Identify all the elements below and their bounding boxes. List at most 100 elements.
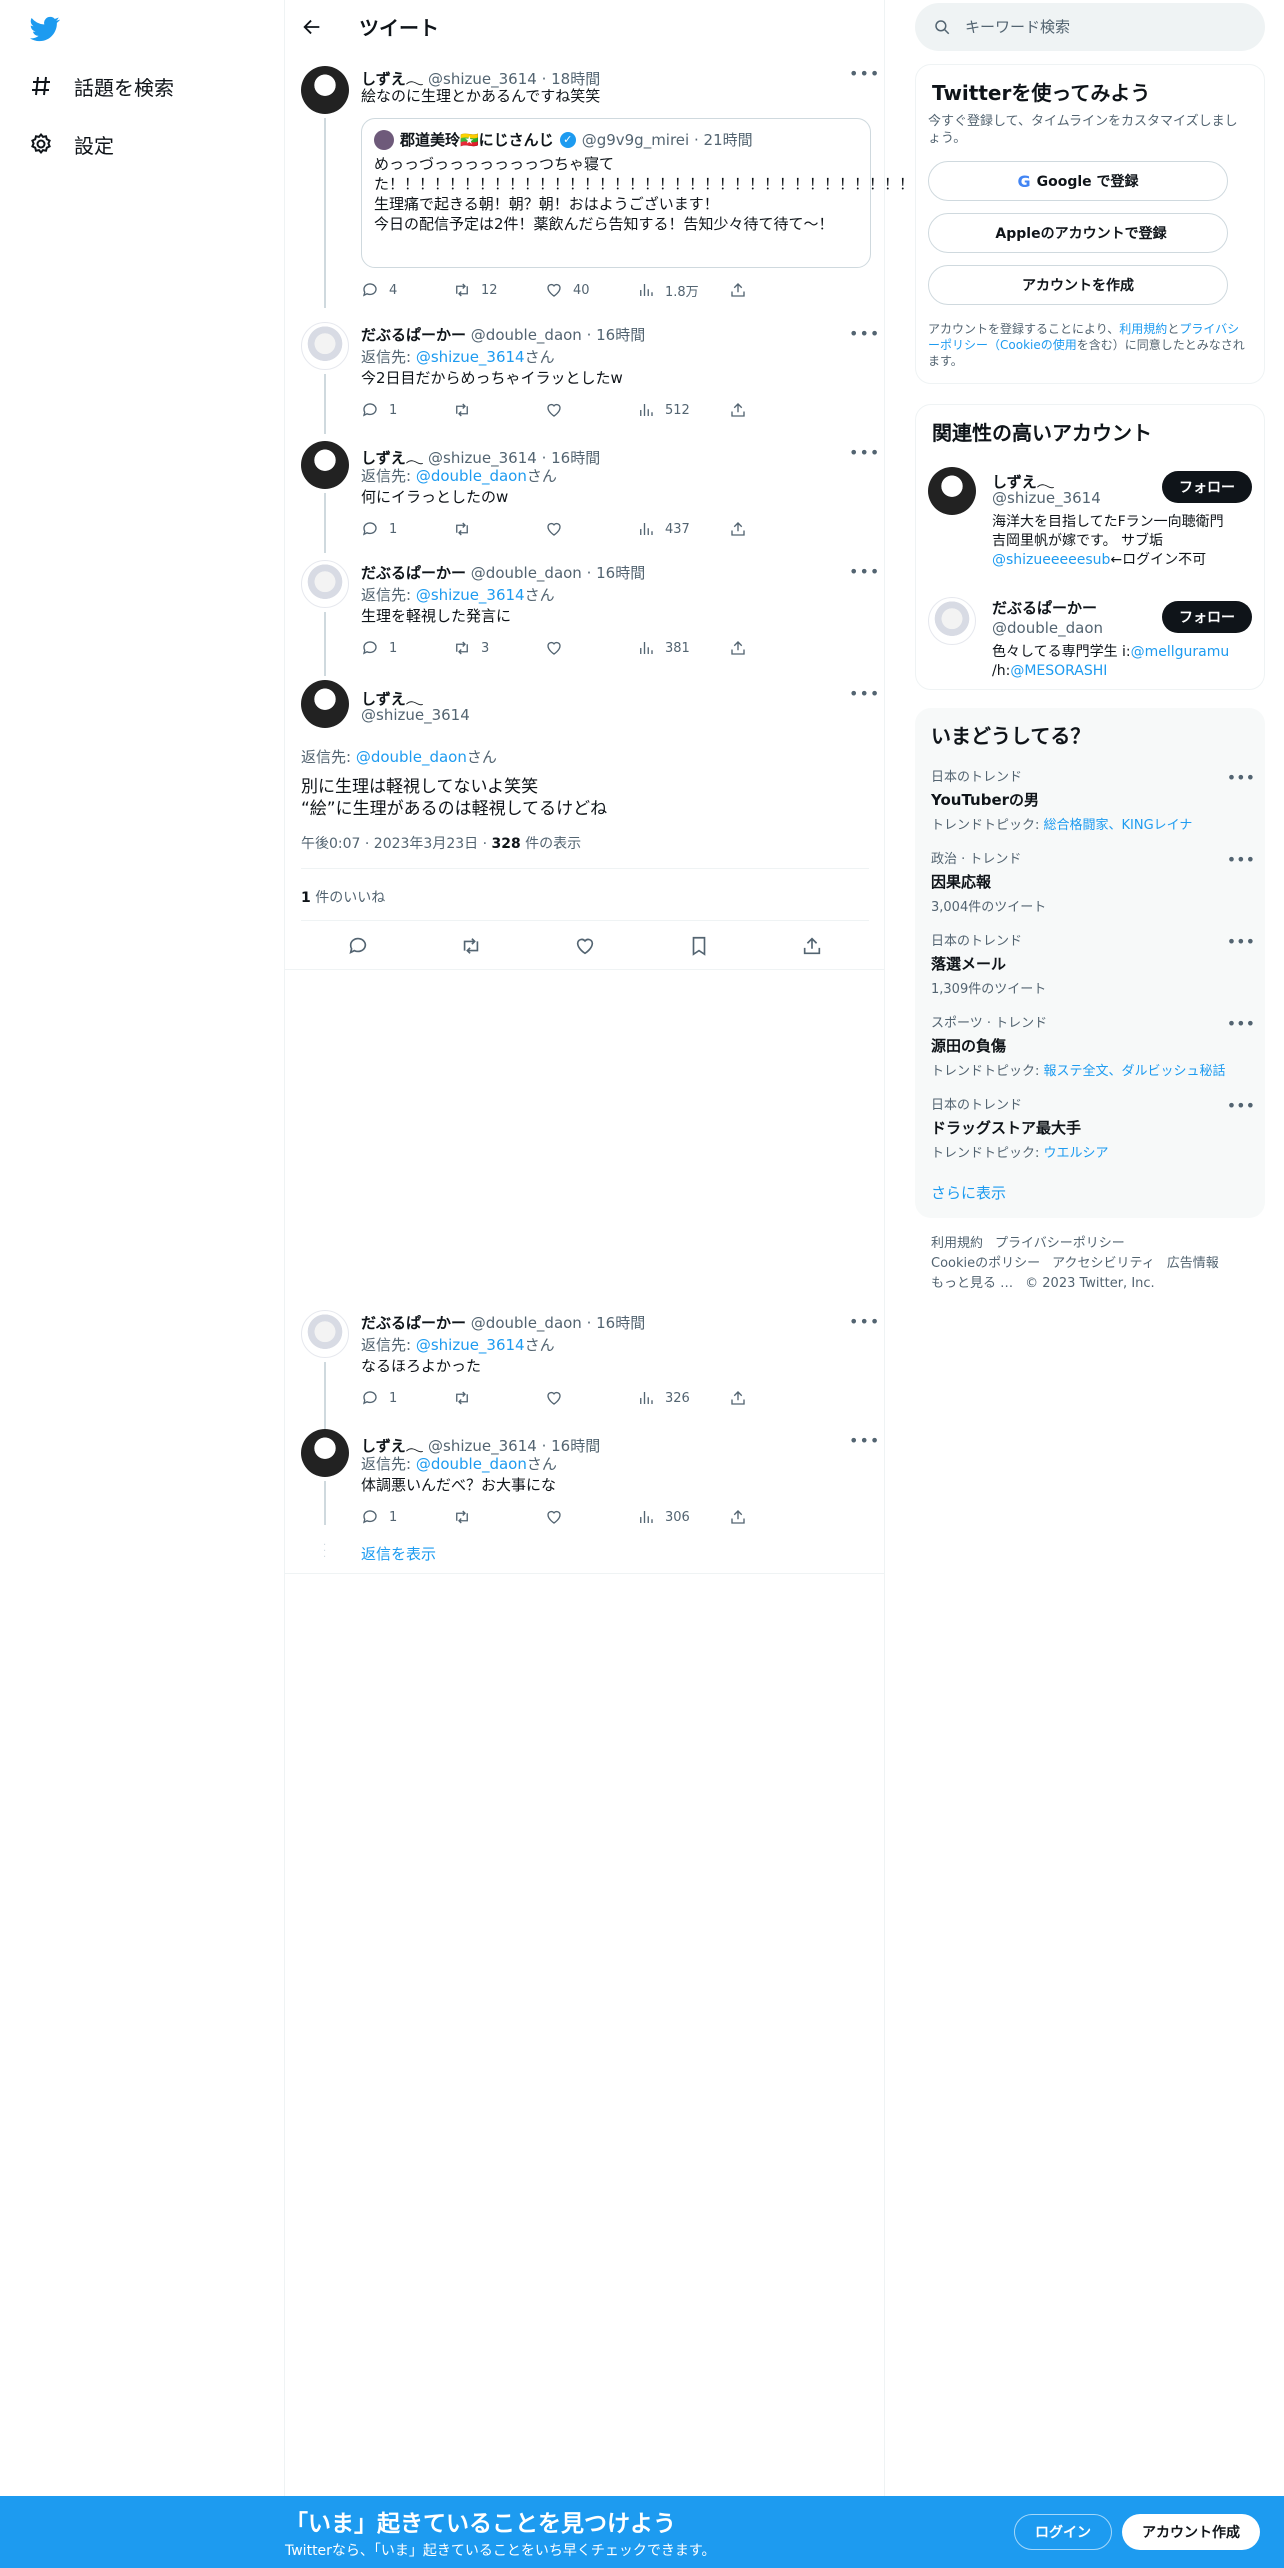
account-card[interactable]: しずえ𓂃 @shizue_3614 フォロー 海洋大を目指してたFラン一向聴衛門…	[916, 461, 1266, 577]
footer-link[interactable]: もっと見る …	[931, 1276, 1013, 1291]
views-button[interactable]: 512	[637, 400, 729, 420]
retweet-button[interactable]: 12	[453, 280, 545, 300]
retweet-button[interactable]	[453, 1507, 545, 1527]
retweet-button[interactable]	[453, 519, 545, 539]
bio-link[interactable]: @MESORASHI	[1010, 663, 1107, 679]
avatar[interactable]	[301, 1429, 349, 1477]
share-button[interactable]	[729, 280, 821, 300]
trend-link[interactable]: 報ステ全文、ダルビッシュ秘話	[1044, 1064, 1226, 1079]
show-replies-link[interactable]: 返信を表示	[361, 1543, 436, 1564]
follow-button[interactable]: フォロー	[1162, 471, 1252, 503]
quote-tweet[interactable]: 郡道美玲🇲🇲にじさんじ ✓ @g9v9g_mirei · 21時間 めっっづっっ…	[361, 118, 1154, 268]
tweet[interactable]: しずえ𓂃 @shizue_3614 · 18時間 ••• 絵なのに生理とかあるん…	[285, 54, 1154, 308]
views-button[interactable]: 1.8万	[637, 280, 729, 300]
back-arrow-icon[interactable]	[301, 16, 325, 40]
avatar[interactable]	[928, 467, 976, 515]
more-icon[interactable]: •••	[849, 684, 879, 704]
share-button[interactable]	[729, 400, 821, 420]
reply-to-link[interactable]: @shizue_3614	[416, 348, 525, 366]
apple-signup-button[interactable]: Appleのアカウントで登録	[928, 213, 1228, 253]
trend-item[interactable]: 日本のトレンド 落選メール 1,309件のツイート •••	[931, 930, 1255, 997]
bio-link[interactable]: @shizueeeeesub	[992, 552, 1110, 568]
follow-button[interactable]: フォロー	[1162, 601, 1252, 633]
more-icon[interactable]: •••	[849, 1312, 879, 1332]
more-icon[interactable]: •••	[849, 1431, 879, 1451]
reply-to-link[interactable]: @shizue_3614	[416, 586, 525, 604]
more-icon[interactable]: •••	[1227, 1096, 1255, 1115]
avatar[interactable]	[301, 560, 349, 608]
trend-item[interactable]: 日本のトレンド ドラッグストア最大手 トレンドトピック: ウエルシア •••	[931, 1094, 1255, 1161]
reply-to-link[interactable]: @double_daon	[416, 467, 527, 485]
more-icon[interactable]: •••	[849, 562, 879, 582]
more-icon[interactable]: •••	[849, 324, 879, 344]
bookmark-button[interactable]	[688, 935, 710, 961]
like-button[interactable]	[545, 519, 637, 539]
retweet-button[interactable]	[453, 1388, 545, 1408]
avatar[interactable]	[301, 322, 349, 370]
retweet-button[interactable]	[460, 935, 482, 961]
tweet-author[interactable]: だぶるぱーかー @double_daon · 16時間	[361, 562, 645, 583]
more-icon[interactable]: •••	[849, 443, 879, 463]
signup-button[interactable]: アカウント作成	[1122, 2514, 1260, 2550]
tweet-author[interactable]: だぶるぱーかー @double_daon · 16時間	[361, 324, 645, 345]
like-button[interactable]	[545, 1388, 637, 1408]
footer-link[interactable]: アクセシビリティ	[1052, 1256, 1155, 1271]
tweet[interactable]: しずえ𓂃 @shizue_3614 · 16時間 ••• 返信先: @doubl…	[285, 437, 885, 553]
reply-button[interactable]: 1	[361, 1388, 453, 1408]
views-button[interactable]: 306	[637, 1507, 729, 1527]
views-button[interactable]: 381	[637, 638, 729, 658]
search-input[interactable]	[965, 18, 1245, 36]
twitter-logo-icon[interactable]	[28, 14, 62, 44]
like-count[interactable]: 1 件のいいね	[301, 887, 385, 907]
tweet[interactable]: だぶるぱーかー @double_daon · 16時間 ••• 返信先: @sh…	[285, 1306, 885, 1430]
tweet-author-handle[interactable]: @shizue_3614	[361, 706, 470, 724]
search-bar[interactable]	[915, 3, 1265, 51]
share-button[interactable]	[729, 519, 821, 539]
avatar[interactable]	[928, 597, 976, 645]
trend-item[interactable]: 日本のトレンド YouTuberの男 トレンドトピック: 総合格闘家、KINGレ…	[931, 766, 1255, 833]
show-more-link[interactable]: さらに表示	[931, 1182, 1006, 1203]
reply-button[interactable]	[347, 935, 369, 961]
share-button[interactable]	[801, 935, 823, 961]
more-icon[interactable]: •••	[1227, 850, 1255, 869]
avatar[interactable]	[301, 441, 349, 489]
tweet-author[interactable]: だぶるぱーかー @double_daon · 16時間	[361, 1312, 645, 1333]
views-button[interactable]: 437	[637, 519, 729, 539]
views-button[interactable]: 326	[637, 1388, 729, 1408]
reply-button[interactable]: 1	[361, 400, 453, 420]
share-button[interactable]	[729, 1388, 821, 1408]
footer-link[interactable]: 利用規約	[931, 1236, 983, 1251]
retweet-button[interactable]: 3	[453, 638, 545, 658]
avatar[interactable]	[301, 680, 349, 728]
reply-button[interactable]: 4	[361, 280, 453, 300]
reply-to-link[interactable]: @double_daon	[416, 1455, 527, 1473]
footer-link[interactable]: プライバシーポリシー	[995, 1236, 1125, 1251]
share-button[interactable]	[729, 638, 821, 658]
more-icon[interactable]: •••	[1227, 932, 1255, 951]
google-signup-button[interactable]: G Google で登録	[928, 161, 1228, 201]
footer-link[interactable]: Cookieのポリシー	[931, 1256, 1040, 1271]
reply-to-link[interactable]: @double_daon	[356, 748, 467, 766]
tweet[interactable]: だぶるぱーかー @double_daon · 16時間 ••• 返信先: @sh…	[285, 556, 885, 676]
like-button[interactable]	[545, 638, 637, 658]
like-button[interactable]	[545, 400, 637, 420]
retweet-button[interactable]	[453, 400, 545, 420]
login-button[interactable]: ログイン	[1014, 2514, 1112, 2550]
bio-link[interactable]: @mellguramu	[1131, 644, 1230, 660]
tweet[interactable]: だぶるぱーかー @double_daon · 16時間 ••• 返信先: @sh…	[285, 318, 885, 434]
account-card[interactable]: だぶるぱーかー @double_daon フォロー 色々してる専門学生 i:@m…	[916, 591, 1266, 681]
like-button[interactable]	[574, 935, 596, 961]
trend-link[interactable]: 総合格闘家、KINGレイナ	[1044, 818, 1193, 833]
nav-settings[interactable]: 設定	[28, 124, 114, 164]
trend-link[interactable]: ウエルシア	[1044, 1146, 1109, 1161]
trend-item[interactable]: 政治 · トレンド 因果応報 3,004件のツイート •••	[931, 848, 1255, 915]
more-icon[interactable]: •••	[1227, 768, 1255, 787]
avatar[interactable]	[301, 1310, 349, 1358]
reply-button[interactable]: 1	[361, 638, 453, 658]
nav-explore[interactable]: 話題を検索	[28, 66, 174, 106]
avatar[interactable]	[301, 66, 349, 114]
more-icon[interactable]: •••	[1227, 1014, 1255, 1033]
reply-button[interactable]: 1	[361, 1507, 453, 1527]
terms-link[interactable]: 利用規約	[1119, 322, 1167, 336]
footer-link[interactable]: 広告情報	[1167, 1256, 1219, 1271]
